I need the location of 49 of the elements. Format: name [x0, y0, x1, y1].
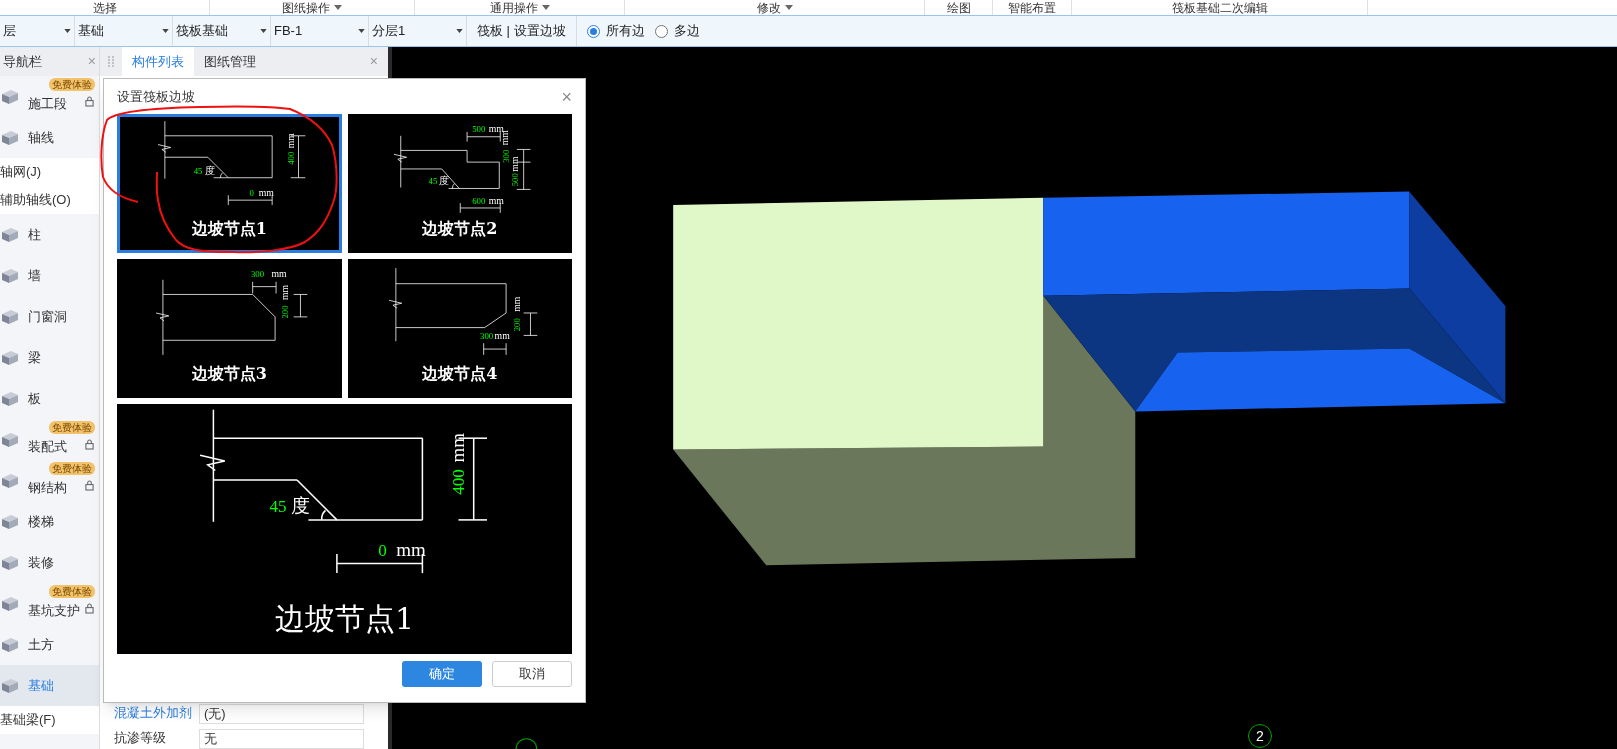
dimension-label: mm	[258, 187, 274, 199]
ribbon-group-label: 图纸操作	[282, 0, 342, 15]
trial-badge: 免费体验	[49, 462, 95, 475]
dimension-label: mm	[396, 539, 426, 560]
property-value: 无	[199, 729, 364, 749]
property-name: 抗渗等级	[114, 729, 167, 747]
ribbon-group-label: 智能布置	[1008, 0, 1056, 15]
dimension-label: 400	[285, 151, 296, 165]
trial-badge: 免费体验	[49, 78, 95, 91]
dimension-label: 度	[204, 164, 215, 176]
dimension-label: mm	[494, 330, 510, 342]
trial-badge: 免费体验	[49, 585, 95, 598]
dimension-label: mm	[447, 432, 469, 463]
dimension-label: 度	[291, 495, 311, 517]
dimension-label: 200	[511, 318, 522, 332]
dimension-label: mm	[488, 122, 504, 134]
dimension-label: 200	[279, 305, 290, 319]
dimension-label: 300	[250, 268, 265, 279]
dimension-label: 500	[471, 123, 485, 134]
dimension-label: mm	[278, 284, 290, 301]
mode-label: 筏板 | 设置边坡	[467, 16, 577, 46]
trial-badge: 免费体验	[49, 421, 95, 434]
radio-label: 多边	[673, 22, 700, 41]
dimension-label: 0	[378, 541, 387, 560]
dialog-title: 设置筏板边坡	[117, 87, 195, 106]
dimension-label: 45	[428, 175, 437, 186]
panel-title: 导航栏	[3, 52, 42, 71]
dimension-label: 300	[479, 331, 493, 342]
dimension-label: 度	[438, 174, 449, 186]
dimension-label: mm	[271, 267, 287, 279]
dimension-label: mm	[488, 195, 504, 207]
dimension-label: 45	[269, 497, 287, 517]
dimension-label: 500	[509, 173, 520, 187]
dimension-label: mm	[284, 133, 296, 149]
dimension-label: mm	[508, 156, 520, 172]
dimension-label: 300	[500, 149, 511, 163]
dimension-label: mm	[510, 296, 522, 312]
dimension-label: 400	[449, 469, 469, 495]
property-name: 混凝土外加剂	[114, 704, 193, 722]
property-value: (无)	[199, 704, 364, 724]
dimension-label: 45	[193, 165, 203, 176]
ribbon-group-label: 绘图	[946, 0, 971, 15]
ribbon-group-label: 筏板基础二次编辑	[1171, 0, 1268, 15]
dimension-label: 0	[249, 188, 254, 199]
dimension-label: 600	[471, 196, 485, 207]
ribbon-group-label: 选择	[92, 0, 117, 15]
ribbon-group-label: 修改	[756, 0, 793, 15]
ribbon-group-label: 通用操作	[489, 0, 550, 15]
radio-label: 所有边	[605, 22, 645, 41]
